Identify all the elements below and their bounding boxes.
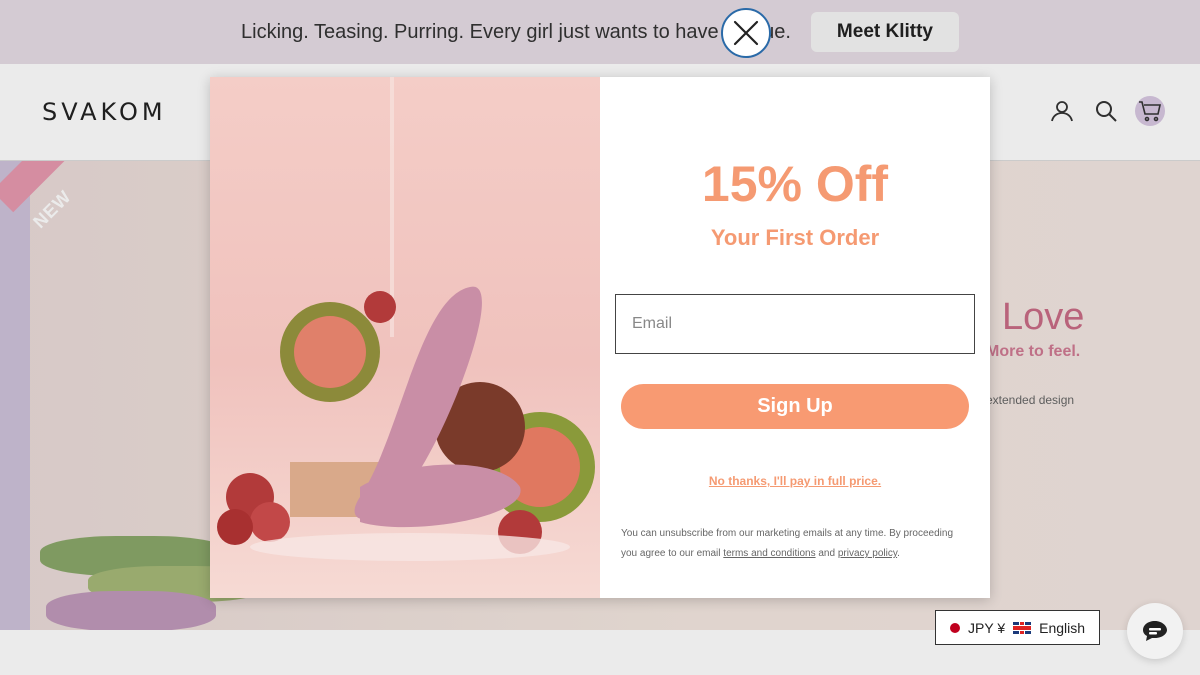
legal-text: You can unsubscribe from our marketing e… [621,524,971,564]
close-icon [733,20,759,46]
product-image [210,77,600,598]
japan-flag-icon [950,622,960,633]
sign-up-button[interactable]: Sign Up [621,384,969,429]
chat-icon [1143,621,1167,641]
uk-flag-icon [1013,621,1032,634]
email-field[interactable] [615,294,975,354]
decline-link[interactable]: No thanks, I'll pay in full price. [600,474,990,488]
chat-button[interactable] [1127,603,1183,659]
offer-subheading: Your First Order [710,225,880,250]
legal-text-end: . [897,548,900,559]
locale-selector[interactable]: JPY ¥ English [935,610,1100,645]
currency-label: JPY ¥ [968,619,1006,636]
close-button[interactable] [721,8,771,58]
privacy-link[interactable]: privacy policy [838,548,897,559]
popup-form-panel: 15% Off Your First Order Sign Up No than… [600,77,990,598]
discount-popup: 15% Off Your First Order Sign Up No than… [210,77,990,598]
legal-text-and: and [818,548,836,559]
offer-heading: 15% Off [701,156,889,212]
language-label: English [1039,619,1086,636]
product-illustration [217,77,595,561]
terms-link[interactable]: terms and conditions [723,548,815,559]
